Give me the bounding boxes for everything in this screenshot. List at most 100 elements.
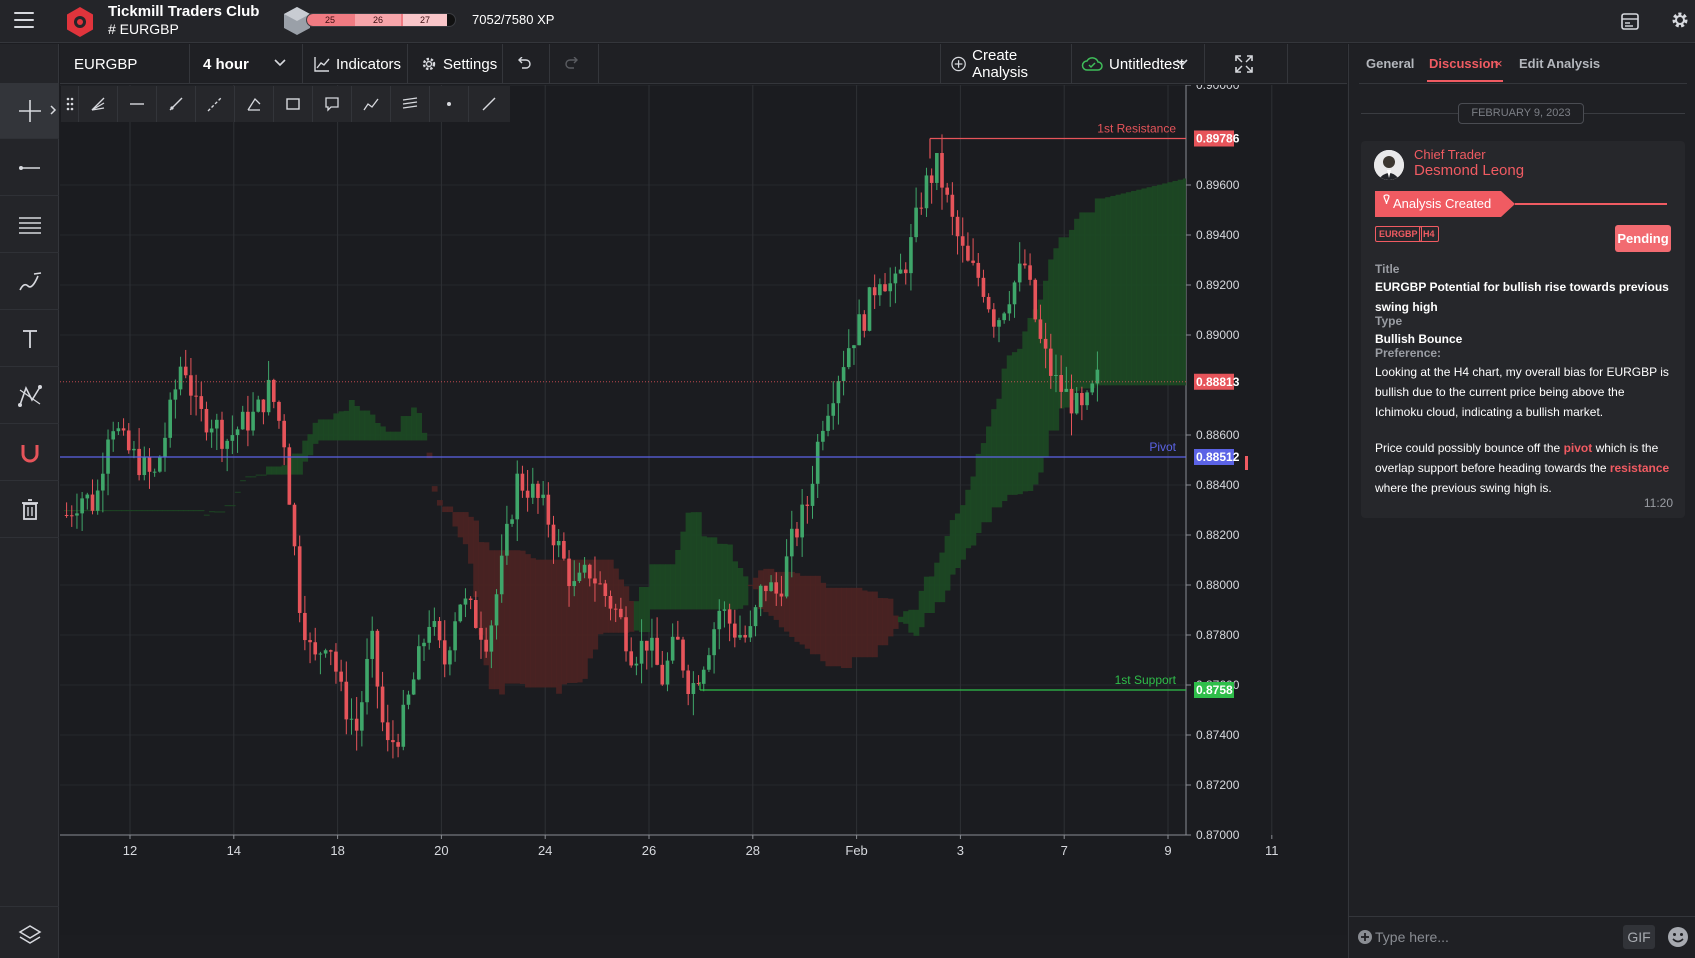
segment-tool[interactable]	[469, 86, 508, 122]
trend-line-tool[interactable]	[0, 140, 59, 196]
line-tool-icon	[18, 165, 40, 170]
candle-body	[774, 582, 779, 594]
cloud-segment	[991, 409, 997, 508]
candle-body	[173, 389, 178, 400]
cloud-segment	[364, 410, 371, 441]
pattern-tool[interactable]	[0, 368, 59, 424]
candle-body	[867, 287, 872, 331]
gear-icon[interactable]	[1670, 10, 1690, 30]
cloud-segment	[442, 506, 448, 513]
redo-button[interactable]	[551, 44, 599, 84]
cloud-segment	[452, 512, 459, 527]
candle-body	[562, 540, 566, 559]
cloud-segment	[809, 575, 816, 655]
close-icon[interactable]: ×	[1495, 56, 1503, 71]
candle-body	[619, 608, 623, 618]
crosshair-tool[interactable]	[0, 83, 59, 139]
cloud-segment	[737, 567, 744, 609]
horizontal-ray-tool[interactable]	[118, 86, 157, 122]
candle-body	[997, 320, 1001, 327]
cloud-segment	[789, 571, 795, 637]
candle	[287, 443, 292, 505]
candle-body	[753, 607, 758, 627]
callout-tool[interactable]	[313, 86, 352, 122]
text-icon	[22, 329, 37, 348]
rectangle-tool[interactable]	[274, 86, 313, 122]
path-tool[interactable]	[352, 86, 391, 122]
pattern-icon	[17, 384, 42, 407]
cloud-segment	[509, 550, 516, 684]
candle-body	[116, 428, 121, 432]
sender-name[interactable]: Desmond Leong	[1414, 162, 1524, 179]
ray-icon	[169, 97, 183, 111]
price-chart[interactable]: 0.90000 0.89600 0.89400 0.89200 0.89000 0.886…	[60, 85, 1347, 935]
cloud-segment	[1053, 248, 1060, 431]
fullscreen-button[interactable]	[1206, 44, 1288, 84]
cloud-segment	[421, 432, 428, 441]
cloud-segment	[152, 510, 158, 512]
x-tick-label: 3	[957, 843, 964, 858]
extended-line-icon	[207, 96, 223, 112]
pitchfork-tool[interactable]	[235, 86, 274, 122]
dot-tool[interactable]	[430, 86, 469, 122]
cloud-segment	[167, 510, 174, 512]
tab-general[interactable]: General	[1366, 56, 1414, 71]
cloud-segment	[654, 564, 661, 610]
candle-body	[334, 651, 338, 672]
x-tick-label: 20	[434, 843, 448, 858]
settings-button[interactable]: Settings	[409, 44, 503, 84]
symbol-selector[interactable]: EURGBP	[60, 44, 190, 84]
delete-drawings-tool[interactable]	[0, 482, 59, 538]
indicators-button[interactable]: Indicators	[304, 44, 408, 84]
cloud-segment	[126, 510, 132, 512]
menu-icon[interactable]	[14, 12, 34, 30]
tab-discussion[interactable]: Discussion	[1429, 56, 1498, 71]
cloud-segment	[260, 474, 267, 476]
undo-button[interactable]	[504, 44, 550, 84]
cloud-segment	[732, 561, 738, 610]
chart-canvas[interactable]: 0.90000 0.89600 0.89400 0.89200 0.89000 0.886…	[60, 85, 1347, 935]
candle-body	[220, 419, 224, 449]
cloud-segment	[504, 550, 511, 684]
chevron-right-icon[interactable]	[49, 105, 57, 115]
cloud-segment	[338, 411, 345, 441]
candle-body	[339, 671, 343, 682]
layout-dropdown[interactable]: Untitledtest	[1073, 44, 1205, 84]
magnet-tool[interactable]	[0, 425, 59, 481]
trash-icon	[21, 498, 38, 520]
title-label: Title	[1375, 262, 1400, 276]
message-input[interactable]	[1375, 924, 1595, 950]
text-tool[interactable]	[0, 311, 59, 367]
create-analysis-button[interactable]: Create Analysis	[940, 44, 1072, 84]
candle-body	[101, 473, 105, 491]
cloud-segment	[866, 591, 873, 658]
brush-tool[interactable]	[0, 254, 59, 310]
interval-dropdown[interactable]: 4 hour	[191, 44, 303, 84]
fan-icon	[91, 97, 105, 111]
calendar-icon[interactable]	[1620, 11, 1640, 31]
tab-edit-analysis[interactable]: Edit Analysis	[1519, 56, 1600, 71]
support-line-label: 1st Support	[1115, 673, 1177, 687]
candle-body	[360, 702, 364, 731]
cloud-segment	[405, 416, 412, 441]
drag-handle[interactable]	[61, 86, 79, 122]
y-tick-label: 0.88200	[1196, 528, 1240, 542]
avatar[interactable]	[1374, 150, 1404, 180]
emoji-icon[interactable]	[1667, 926, 1689, 948]
fib-tool[interactable]	[0, 197, 59, 253]
candle-body	[271, 379, 276, 402]
cloud-segment	[379, 426, 386, 441]
interval-label: 4 hour	[203, 55, 249, 73]
candle-body	[556, 540, 561, 546]
pivot-highlight: pivot	[1563, 441, 1593, 455]
layers-button[interactable]	[0, 906, 59, 958]
fan-tool[interactable]	[79, 86, 118, 122]
candle-body	[183, 366, 188, 376]
cloud-segment	[690, 512, 697, 610]
channel-tool[interactable]	[391, 86, 430, 122]
ray-tool[interactable]	[157, 86, 196, 122]
add-attachment-icon[interactable]	[1357, 929, 1373, 945]
pending-status-button[interactable]: Pending	[1615, 225, 1671, 252]
extended-line-tool[interactable]	[196, 86, 235, 122]
gif-button[interactable]: GIF	[1623, 925, 1655, 949]
